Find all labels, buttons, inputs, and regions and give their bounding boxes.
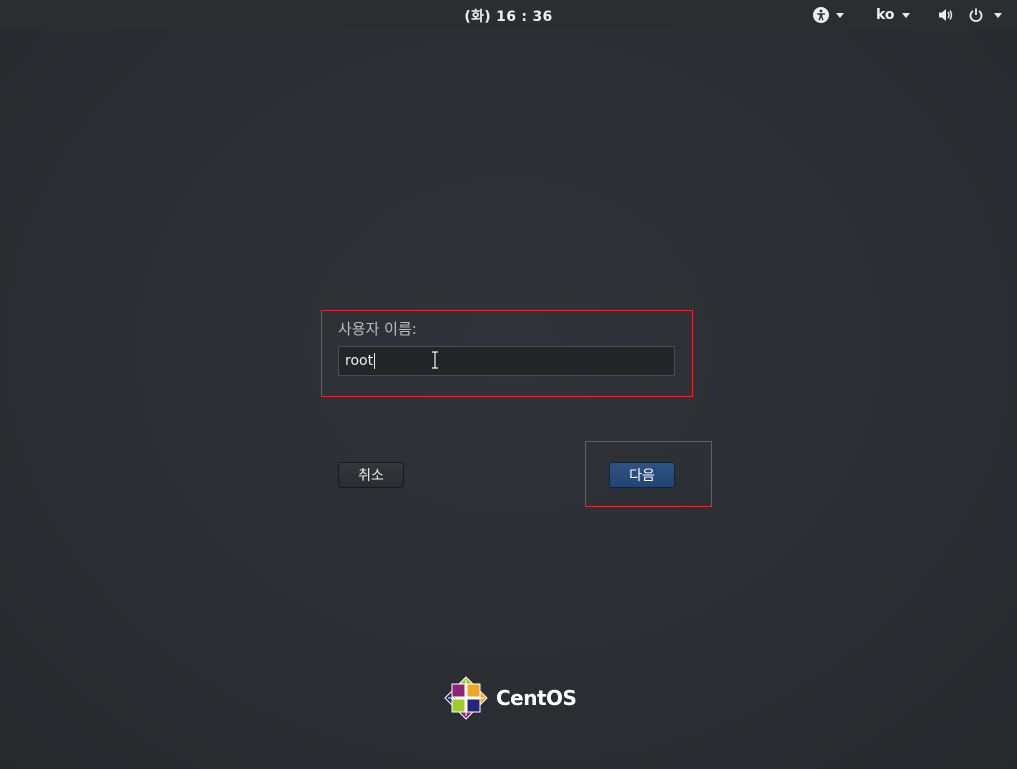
top-bar: (화) 16 : 36 ko	[0, 0, 1017, 30]
login-screen: (화) 16 : 36 ko 사용자 이름: root 취소 다음 CentOS	[0, 0, 1017, 769]
cancel-button[interactable]: 취소	[338, 462, 404, 488]
language-menu[interactable]: ko	[876, 4, 910, 26]
next-button[interactable]: 다음	[609, 462, 675, 488]
clock[interactable]: (화) 16 : 36	[0, 6, 1017, 26]
username-label: 사용자 이름:	[338, 320, 417, 338]
chevron-down-icon	[836, 12, 844, 18]
chevron-down-icon	[994, 12, 1002, 18]
chevron-down-icon	[901, 12, 910, 18]
ibeam-cursor-icon	[432, 351, 438, 369]
power-icon	[969, 8, 983, 22]
username-input[interactable]: root	[338, 346, 675, 376]
centos-logo: CentOS	[444, 676, 577, 720]
centos-logo-icon	[444, 676, 488, 720]
language-label: ko	[876, 7, 895, 23]
accessibility-icon	[813, 7, 829, 23]
volume-icon	[939, 9, 953, 21]
accessibility-menu[interactable]	[813, 4, 844, 26]
system-menu[interactable]	[938, 4, 1002, 26]
centos-logo-text: CentOS	[496, 686, 577, 710]
text-cursor	[374, 353, 376, 369]
username-value: root	[345, 353, 374, 369]
